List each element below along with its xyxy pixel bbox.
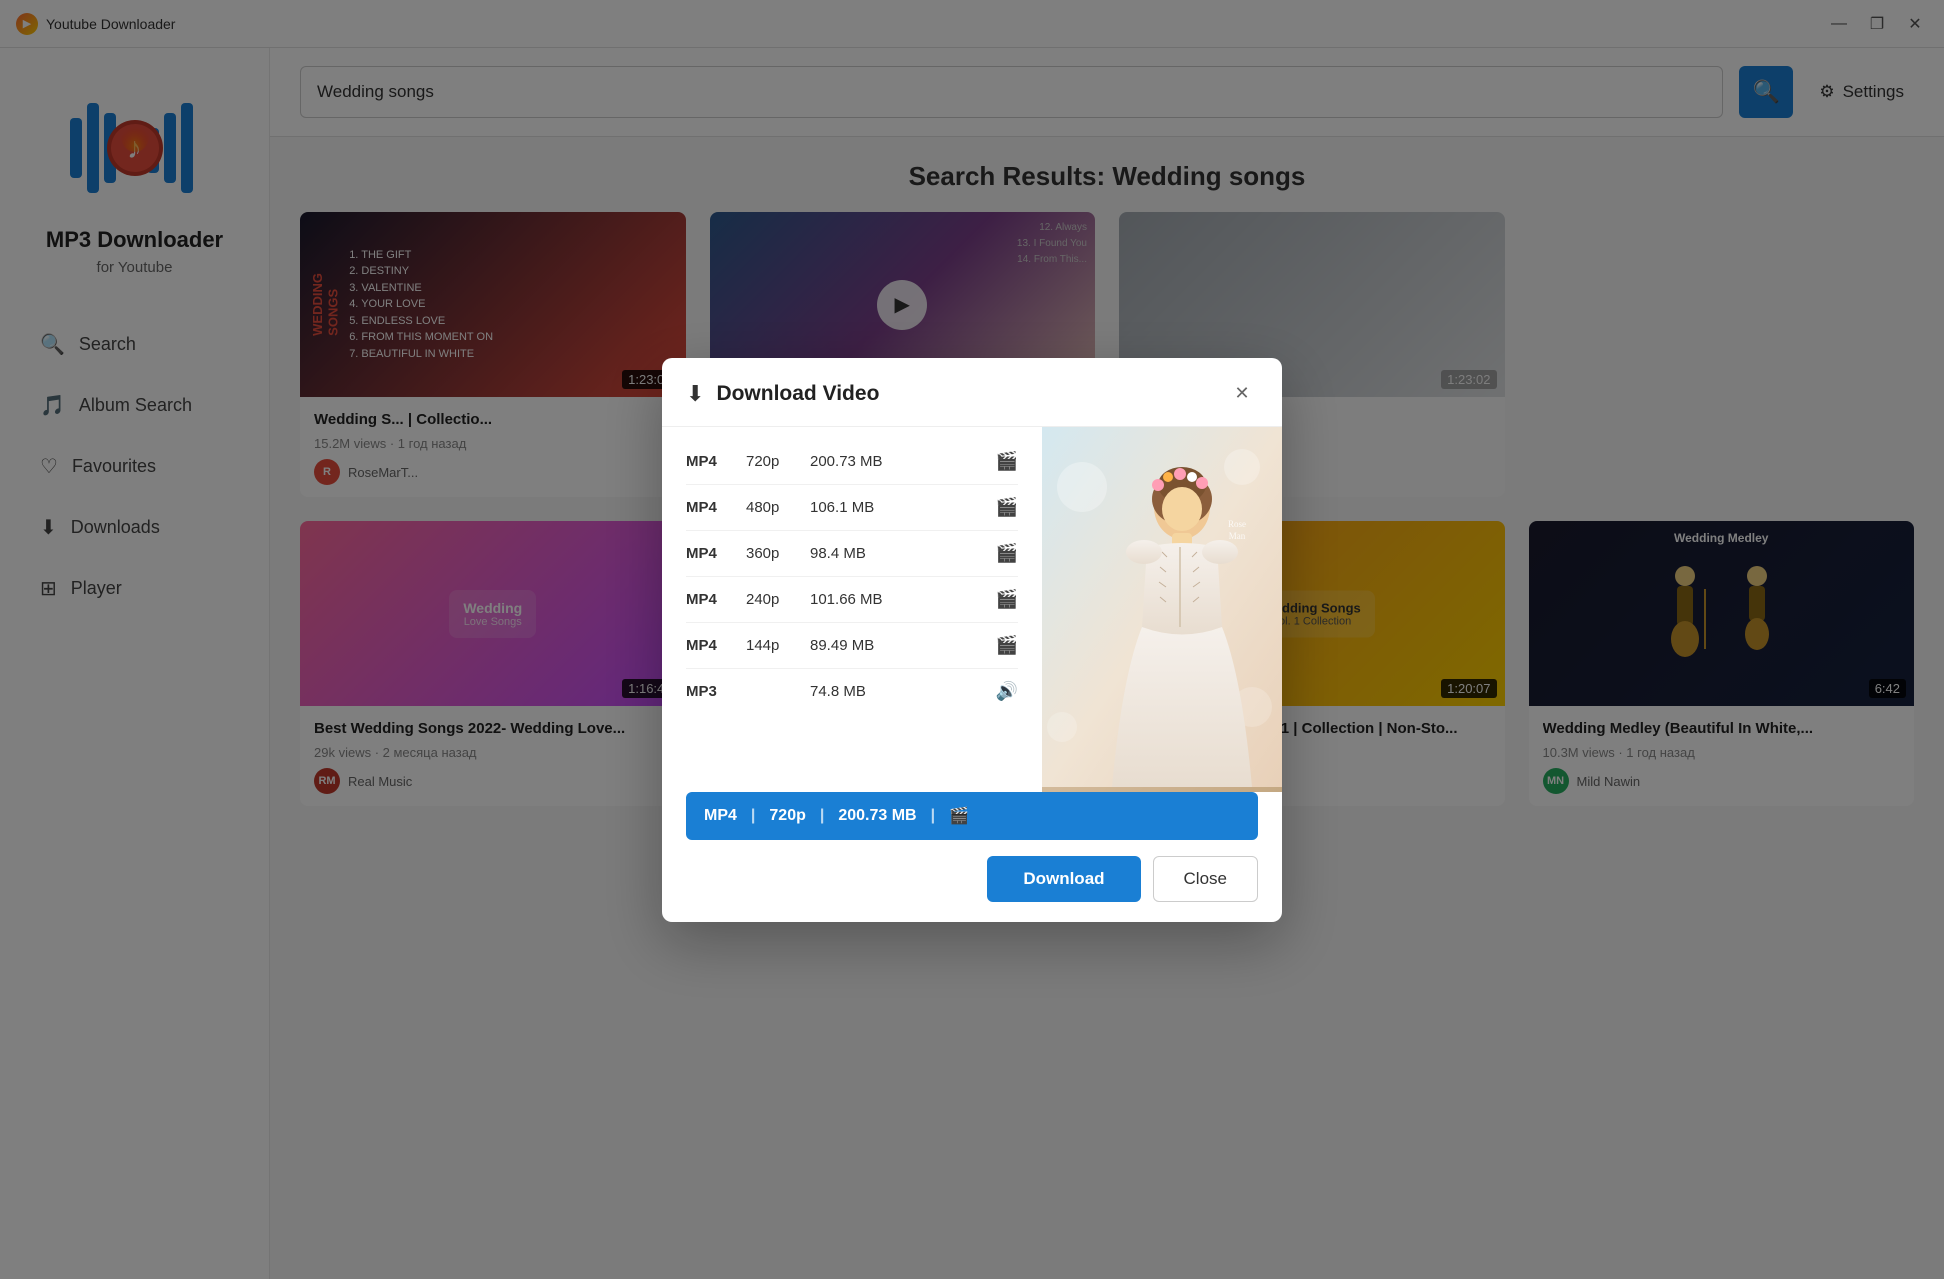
- format-size-1: 106.1 MB: [810, 499, 984, 516]
- modal-body: MP4 720p 200.73 MB 🎬 MP4 480p 106.1 MB 🎬…: [662, 427, 1282, 792]
- format-row-4[interactable]: MP4 144p 89.49 MB 🎬: [686, 623, 1018, 669]
- download-button[interactable]: Download: [987, 856, 1140, 902]
- video-format-icon-0: 🎬: [996, 451, 1018, 472]
- format-size-5: 74.8 MB: [810, 683, 984, 700]
- video-format-icon-4: 🎬: [996, 635, 1018, 656]
- format-type-4: MP4: [686, 637, 734, 654]
- format-row-2[interactable]: MP4 360p 98.4 MB 🎬: [686, 531, 1018, 577]
- format-res-0: 720p: [746, 453, 798, 470]
- format-type-1: MP4: [686, 499, 734, 516]
- video-format-icon-3: 🎬: [996, 589, 1018, 610]
- format-res-4: 144p: [746, 637, 798, 654]
- format-res-3: 240p: [746, 591, 798, 608]
- selected-icon: 🎬: [949, 806, 969, 826]
- separator-1: |: [751, 807, 755, 825]
- modal-actions: Download Close: [686, 856, 1258, 902]
- separator-2: |: [820, 807, 824, 825]
- download-header-icon: ⬇: [686, 381, 704, 407]
- format-row-5[interactable]: MP3 74.8 MB 🔊: [686, 669, 1018, 714]
- separator-3: |: [931, 807, 935, 825]
- bride-image: Rose Man: [1042, 427, 1282, 787]
- close-modal-button[interactable]: Close: [1153, 856, 1258, 902]
- format-size-4: 89.49 MB: [810, 637, 984, 654]
- format-row-3[interactable]: MP4 240p 101.66 MB 🎬: [686, 577, 1018, 623]
- modal-thumbnail: Rose Man: [1042, 427, 1282, 792]
- audio-format-icon-5: 🔊: [996, 681, 1018, 702]
- modal-close-button[interactable]: ✕: [1226, 378, 1258, 410]
- video-format-icon-1: 🎬: [996, 497, 1018, 518]
- modal-header: ⬇ Download Video ✕: [662, 358, 1282, 427]
- modal-overlay[interactable]: ⬇ Download Video ✕ MP4 720p 200.73 MB 🎬 …: [0, 0, 1944, 1279]
- selected-resolution: 720p: [769, 807, 805, 825]
- selected-format-bar: MP4 | 720p | 200.73 MB | 🎬: [686, 792, 1258, 840]
- format-row-1[interactable]: MP4 480p 106.1 MB 🎬: [686, 485, 1018, 531]
- selected-type: MP4: [704, 807, 737, 825]
- download-modal: ⬇ Download Video ✕ MP4 720p 200.73 MB 🎬 …: [662, 358, 1282, 922]
- selected-size: 200.73 MB: [838, 807, 916, 825]
- video-format-icon-2: 🎬: [996, 543, 1018, 564]
- svg-text:Man: Man: [1229, 531, 1246, 541]
- format-row-0[interactable]: MP4 720p 200.73 MB 🎬: [686, 439, 1018, 485]
- format-size-3: 101.66 MB: [810, 591, 984, 608]
- format-type-0: MP4: [686, 453, 734, 470]
- format-type-2: MP4: [686, 545, 734, 562]
- format-size-0: 200.73 MB: [810, 453, 984, 470]
- format-type-3: MP4: [686, 591, 734, 608]
- format-type-5: MP3: [686, 683, 734, 700]
- modal-title: Download Video: [716, 382, 1214, 406]
- svg-text:Rose: Rose: [1228, 519, 1246, 529]
- format-size-2: 98.4 MB: [810, 545, 984, 562]
- format-options: MP4 720p 200.73 MB 🎬 MP4 480p 106.1 MB 🎬…: [662, 427, 1042, 792]
- format-res-1: 480p: [746, 499, 798, 516]
- format-res-2: 360p: [746, 545, 798, 562]
